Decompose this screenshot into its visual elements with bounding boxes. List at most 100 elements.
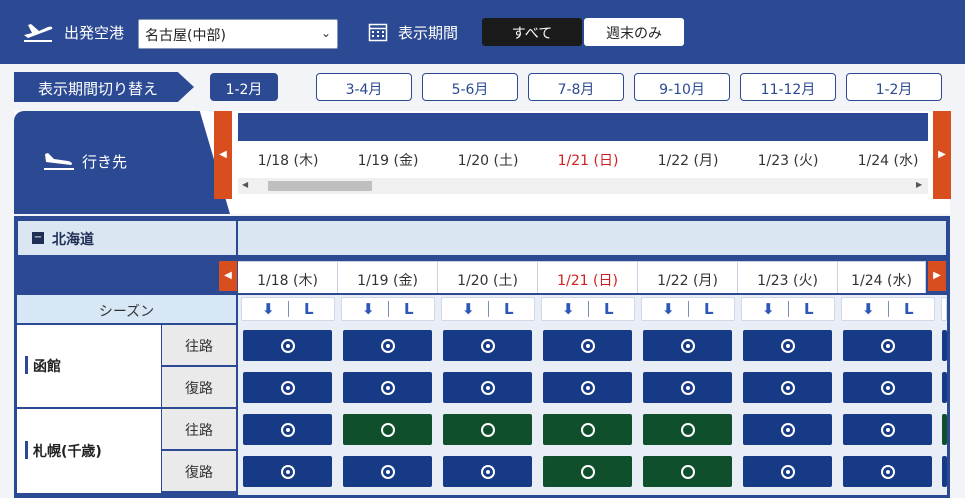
- dot-circle-icon: [880, 464, 895, 479]
- period-tab[interactable]: 3-4月: [316, 73, 412, 101]
- period-tab[interactable]: 9-10月: [634, 73, 730, 101]
- availability-slot[interactable]: [743, 414, 832, 445]
- table-scroll-left-button[interactable]: ◀: [219, 261, 237, 291]
- availability-slot[interactable]: [643, 372, 732, 403]
- availability-slot[interactable]: [443, 456, 532, 487]
- availability-slot[interactable]: [643, 330, 732, 361]
- availability-slot[interactable]: [243, 330, 332, 361]
- return-label: 復路: [162, 451, 236, 491]
- dot-circle-icon: [280, 464, 295, 479]
- dot-circle-icon: [280, 422, 295, 437]
- date-header-cell[interactable]: 1/21 (日): [538, 150, 638, 172]
- table-date-cell: 1/19 (金): [338, 261, 438, 293]
- availability-slot[interactable]: [643, 456, 732, 487]
- scroll-left-button[interactable]: ◀: [214, 111, 232, 199]
- dot-circle-icon: [680, 338, 695, 353]
- availability-slot[interactable]: [743, 456, 832, 487]
- period-tab[interactable]: 1-2月: [846, 73, 942, 101]
- period-label: 表示期間: [398, 24, 459, 42]
- availability-slot[interactable]: [443, 414, 532, 445]
- availability-slot[interactable]: [243, 414, 332, 445]
- table-date-cell: 1/23 (火): [738, 261, 838, 293]
- availability-slot-partial: [942, 330, 947, 361]
- filter-all-button[interactable]: すべて: [482, 18, 582, 46]
- dot-circle-icon: [780, 422, 795, 437]
- date-header-cell[interactable]: 1/20 (土): [438, 150, 538, 172]
- region-divider: [236, 220, 238, 256]
- circle-icon: [680, 422, 695, 437]
- availability-slot[interactable]: [243, 372, 332, 403]
- season-letter: L: [904, 300, 914, 318]
- availability-slot[interactable]: [543, 414, 632, 445]
- availability-slot[interactable]: [543, 330, 632, 361]
- table-date-cell: 1/21 (日): [538, 261, 638, 293]
- filter-weekend-button[interactable]: 週末のみ: [584, 18, 684, 46]
- period-tab[interactable]: 5-6月: [422, 73, 518, 101]
- scrollbar-thumb[interactable]: [268, 181, 372, 191]
- caret-left-icon: ◀: [224, 270, 232, 281]
- dates-row-header: [17, 258, 217, 294]
- airplane-takeoff-icon: [24, 24, 53, 42]
- season-divider: [388, 301, 389, 317]
- circle-icon: [380, 422, 395, 437]
- outbound-label: 往路: [162, 409, 236, 449]
- arrow-down-icon: ⬇: [762, 300, 775, 318]
- season-divider: [488, 301, 489, 317]
- availability-slot[interactable]: [543, 372, 632, 403]
- availability-slot[interactable]: [443, 372, 532, 403]
- availability-slot[interactable]: [343, 414, 432, 445]
- circle-icon: [580, 422, 595, 437]
- availability-slot[interactable]: [843, 414, 932, 445]
- arrow-down-icon: ⬇: [362, 300, 375, 318]
- availability-slot[interactable]: [843, 330, 932, 361]
- season-letter: L: [504, 300, 514, 318]
- period-tab[interactable]: 1-2月: [210, 73, 278, 101]
- dot-circle-icon: [580, 338, 595, 353]
- availability-slot[interactable]: [743, 372, 832, 403]
- table-scroll-right-button[interactable]: ▶: [928, 261, 946, 291]
- collapse-icon[interactable]: −: [32, 232, 44, 244]
- dot-circle-icon: [880, 338, 895, 353]
- departure-label: 出発空港: [64, 24, 125, 42]
- availability-slot[interactable]: [243, 456, 332, 487]
- period-tab[interactable]: 7-8月: [528, 73, 624, 101]
- table-date-cell: 1/22 (月): [638, 261, 738, 293]
- dot-circle-icon: [480, 338, 495, 353]
- date-header-cell[interactable]: 1/23 (火): [738, 150, 838, 172]
- season-divider: [888, 301, 889, 317]
- departure-airport-value: 名古屋(中部): [145, 28, 226, 44]
- availability-slot[interactable]: [343, 372, 432, 403]
- chevron-down-icon: ⌄: [320, 26, 331, 40]
- season-divider: [788, 301, 789, 317]
- availability-slot[interactable]: [843, 372, 932, 403]
- date-header-cell[interactable]: 1/24 (水): [838, 150, 938, 172]
- period-tab[interactable]: 11-12月: [740, 73, 836, 101]
- availability-slot[interactable]: [443, 330, 532, 361]
- outbound-label: 往路: [162, 325, 236, 365]
- date-strip-bar: [238, 113, 928, 141]
- circle-icon: [580, 464, 595, 479]
- departure-airport-select[interactable]: 名古屋(中部) ⌄: [138, 19, 338, 49]
- arrow-down-icon: ⬇: [462, 300, 475, 318]
- availability-slot[interactable]: [643, 414, 732, 445]
- date-header-cell[interactable]: 1/19 (金): [338, 150, 438, 172]
- date-header-cell[interactable]: 1/22 (月): [638, 150, 738, 172]
- date-header-cell[interactable]: 1/18 (木): [238, 150, 338, 172]
- table-date-cell: 1/18 (木): [238, 261, 338, 293]
- availability-slot[interactable]: [843, 456, 932, 487]
- availability-slot[interactable]: [343, 456, 432, 487]
- city-marker: [25, 441, 28, 459]
- availability-slot[interactable]: [543, 456, 632, 487]
- season-cell: ⬇ L: [541, 297, 635, 321]
- season-divider: [588, 301, 589, 317]
- table-date-cell: 1/24 (水): [838, 261, 926, 293]
- availability-slot[interactable]: [743, 330, 832, 361]
- scroll-right-arrow-icon[interactable]: ▶: [916, 180, 922, 189]
- caret-right-icon: ▶: [938, 149, 946, 160]
- arrow-down-icon: ⬇: [262, 300, 275, 318]
- scroll-left-arrow-icon[interactable]: ◀: [242, 180, 248, 189]
- city-cell: 函館: [17, 325, 161, 407]
- scroll-right-button[interactable]: ▶: [933, 111, 951, 199]
- city-marker: [25, 356, 28, 374]
- availability-slot[interactable]: [343, 330, 432, 361]
